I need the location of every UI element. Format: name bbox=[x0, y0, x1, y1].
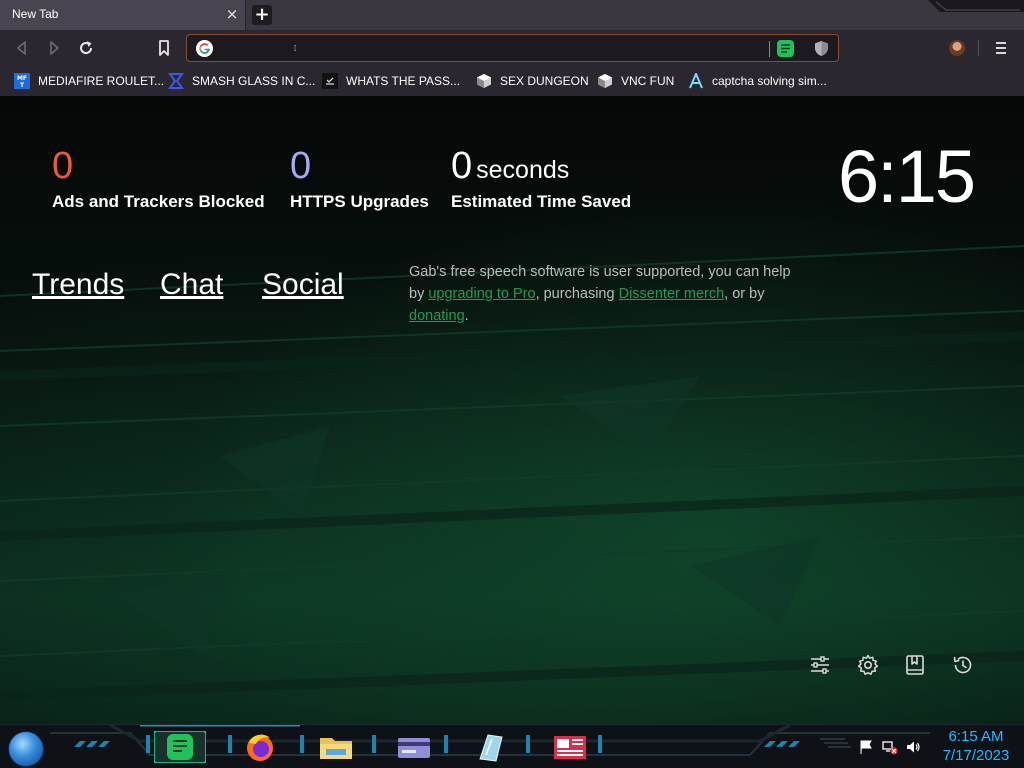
caret-a-icon bbox=[689, 73, 703, 89]
stat-ads-blocked: 0 Ads and Trackers Blocked bbox=[52, 146, 265, 212]
firefox-icon[interactable] bbox=[236, 731, 284, 763]
tab-title: New Tab bbox=[12, 7, 59, 21]
donating-link[interactable]: donating bbox=[409, 308, 465, 324]
history-icon[interactable] bbox=[951, 653, 975, 677]
bookmark-label: WHATS THE PASS... bbox=[346, 74, 461, 88]
bookmark-label: SMASH GLASS IN C... bbox=[192, 74, 316, 88]
stat-value: 0 bbox=[290, 145, 312, 187]
mediafire-icon: MF T bbox=[14, 73, 30, 89]
site-icon bbox=[322, 73, 338, 89]
address-bar[interactable] bbox=[186, 34, 839, 62]
address-bar-divider bbox=[769, 41, 770, 57]
support-note-text: , or by bbox=[724, 286, 765, 302]
bookmark-label: SEX DUNGEON bbox=[500, 74, 589, 88]
glass-app-icon[interactable] bbox=[466, 731, 514, 763]
bookmark-item-vnc-fun[interactable]: VNC FUN bbox=[597, 71, 674, 91]
action-center-flag-icon[interactable] bbox=[858, 739, 874, 755]
taskbar: 6:15 AM 7/17/2023 bbox=[0, 724, 1024, 768]
customize-sliders-icon[interactable] bbox=[808, 653, 832, 677]
stat-label: HTTPS Upgrades bbox=[290, 192, 429, 211]
stat-unit: seconds bbox=[476, 156, 570, 184]
settings-gear-icon[interactable] bbox=[856, 653, 880, 677]
google-g-icon bbox=[196, 40, 213, 57]
link-social[interactable]: Social bbox=[262, 268, 344, 302]
bookmark-item-sex-dungeon[interactable]: SEX DUNGEON bbox=[476, 71, 589, 91]
chat-extension-icon[interactable] bbox=[777, 40, 794, 57]
new-tab-page: 0 Ads and Trackers Blocked 0 HTTPS Upgra… bbox=[0, 96, 1024, 724]
bookmark-item-mediafire[interactable]: MF T MEDIAFIRE ROULET... bbox=[14, 71, 164, 91]
back-arrow-icon[interactable] bbox=[12, 38, 32, 58]
stat-time-saved: 0 seconds Estimated Time Saved bbox=[451, 146, 631, 212]
hamburger-menu-icon[interactable] bbox=[994, 39, 1008, 55]
new-tab-button[interactable]: + bbox=[252, 5, 272, 25]
tab-close-icon[interactable]: × bbox=[225, 6, 239, 22]
news-app-icon[interactable] bbox=[546, 731, 594, 763]
bookmarks-icon[interactable] bbox=[903, 653, 927, 677]
stat-label: Ads and Trackers Blocked bbox=[52, 192, 265, 211]
file-explorer-icon[interactable] bbox=[312, 731, 360, 763]
profile-avatar[interactable] bbox=[949, 40, 965, 56]
window-frame-ornament bbox=[928, 0, 1024, 12]
system-date[interactable]: 7/17/2023 bbox=[931, 747, 1021, 764]
stat-https-upgrades: 0 HTTPS Upgrades bbox=[290, 146, 429, 212]
support-note-text: . bbox=[464, 308, 469, 324]
bookmark-item-captcha[interactable]: captcha solving sim... bbox=[688, 71, 827, 91]
stat-value: 0 bbox=[52, 145, 74, 187]
volume-icon[interactable] bbox=[905, 739, 921, 755]
dissenter-merch-link[interactable]: Dissenter merch bbox=[619, 286, 725, 302]
reload-icon[interactable] bbox=[76, 38, 96, 58]
shield-extension-icon[interactable] bbox=[813, 40, 830, 57]
screen: New Tab × + MF T MEDIAFIRE ROULET... SMA… bbox=[0, 0, 1024, 768]
bookmarks-bar: MF T MEDIAFIRE ROULET... SMASH GLASS IN … bbox=[0, 66, 1024, 96]
stat-label: Estimated Time Saved bbox=[451, 192, 632, 211]
tab-new-tab[interactable]: New Tab × bbox=[0, 0, 246, 30]
card-app-icon[interactable] bbox=[390, 731, 438, 763]
browser-toolbar bbox=[0, 30, 1024, 66]
tab-strip: New Tab × + bbox=[0, 0, 1024, 30]
stat-value: 0 bbox=[451, 145, 473, 187]
bookmark-label: captcha solving sim... bbox=[712, 74, 827, 88]
bookmark-item-smash-glass[interactable]: SMASH GLASS IN C... bbox=[168, 71, 315, 91]
network-disconnected-icon[interactable] bbox=[882, 739, 898, 755]
cube-icon bbox=[598, 74, 612, 88]
chat-app-icon[interactable] bbox=[154, 731, 206, 763]
text-cursor-icon bbox=[294, 45, 296, 51]
toolbar-divider bbox=[978, 40, 979, 56]
svg-text:MF: MF bbox=[17, 75, 27, 82]
system-time[interactable]: 6:15 AM bbox=[931, 728, 1021, 745]
cube-icon bbox=[477, 74, 491, 88]
upgrade-pro-link[interactable]: upgrading to Pro bbox=[428, 286, 535, 302]
link-trends[interactable]: Trends bbox=[32, 268, 124, 302]
support-note-text: , purchasing bbox=[535, 286, 619, 302]
clock: 6:15 bbox=[838, 135, 976, 218]
bookmark-icon[interactable] bbox=[154, 38, 174, 58]
bookmark-item-whats-the-pass[interactable]: WHATS THE PASS... bbox=[322, 71, 460, 91]
support-note: Gab's free speech software is user suppo… bbox=[409, 261, 809, 327]
start-orb-icon[interactable] bbox=[8, 731, 44, 767]
link-chat[interactable]: Chat bbox=[160, 268, 223, 302]
chevron-brand-icon bbox=[168, 73, 184, 89]
forward-arrow-icon[interactable] bbox=[44, 38, 64, 58]
bookmark-label: VNC FUN bbox=[621, 74, 675, 88]
bookmark-label: MEDIAFIRE ROULET... bbox=[38, 74, 165, 88]
